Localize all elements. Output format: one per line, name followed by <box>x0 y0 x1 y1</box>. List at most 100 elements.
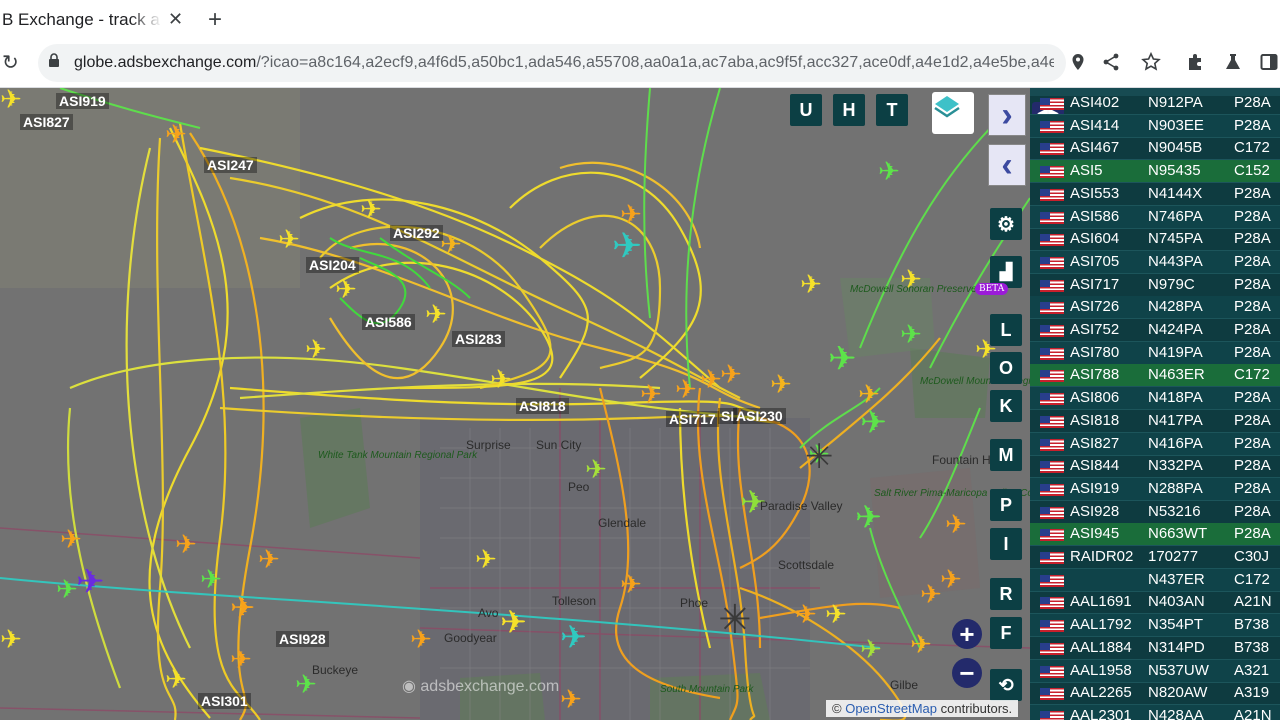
aircraft-row[interactable]: AAL2301 N428AA A21N <box>1030 704 1280 720</box>
toggle-i-button[interactable]: I <box>990 528 1022 560</box>
us-flag-icon <box>1040 688 1064 701</box>
aircraft-label[interactable]: ASI301 <box>198 693 251 709</box>
aircraft-row[interactable]: ASI780 N419PA P28A <box>1030 341 1280 365</box>
aircraft-row[interactable]: ASI919 N288PA P28A <box>1030 477 1280 501</box>
aircraft-row[interactable]: ASI604 N745PA P28A <box>1030 228 1280 252</box>
aircraft-row[interactable]: AAL2265 N820AW A319 <box>1030 682 1280 706</box>
share-icon[interactable] <box>1102 53 1120 71</box>
us-flag-icon <box>1040 461 1064 474</box>
svg-text:✈: ✈ <box>175 530 197 560</box>
close-tab-icon[interactable]: ✕ <box>168 9 183 30</box>
extensions-icon[interactable] <box>1186 53 1204 71</box>
registration-cell: N663WT <box>1148 525 1208 543</box>
svg-text:✈: ✈ <box>860 403 887 441</box>
toggle-m-button[interactable]: M <box>990 439 1022 471</box>
aircraft-row[interactable]: ASI726 N428PA P28A <box>1030 296 1280 320</box>
aircraft-row[interactable]: ASI5 N95435 C152 <box>1030 160 1280 184</box>
settings-button[interactable]: ⚙ <box>990 208 1022 240</box>
expand-panel-button[interactable]: › <box>988 94 1026 136</box>
aircraft-row[interactable]: ASI806 N418PA P28A <box>1030 387 1280 411</box>
callsign-cell: ASI752 <box>1070 321 1120 338</box>
aircraft-label[interactable]: ASI928 <box>276 631 329 647</box>
aircraft-row[interactable]: ASI717 N979C P28A <box>1030 274 1280 297</box>
side-panel-icon[interactable] <box>1260 53 1278 71</box>
aircraft-row[interactable]: RAIDR02 170277 C30J <box>1030 546 1280 569</box>
aircraft-row[interactable]: ASI414 N903EE P28A <box>1030 114 1280 138</box>
aircraft-row[interactable]: ASI467 N9045B C172 <box>1030 137 1280 161</box>
town-label: Buckeye <box>312 663 359 677</box>
reload-icon[interactable]: ↻ <box>2 50 19 75</box>
aircraft-row[interactable]: AAL1691 N403AN A21N <box>1030 591 1280 615</box>
aircraft-row[interactable]: ASI928 N53216 P28A <box>1030 501 1280 524</box>
aircraft-type-cell: P28A <box>1234 343 1271 361</box>
aircraft-row[interactable]: ASI586 N746PA P28A <box>1030 205 1280 229</box>
aircraft-row[interactable]: ASI788 N463ER C172 <box>1030 364 1280 388</box>
toggle-r-button[interactable]: R <box>990 578 1022 610</box>
svg-text:✈: ✈ <box>305 335 327 365</box>
aircraft-row[interactable]: ASI752 N424PA P28A <box>1030 319 1280 342</box>
us-flag-icon <box>1040 710 1064 720</box>
browser-tab[interactable]: B Exchange - track ai ✕ <box>0 0 195 40</box>
map-layers-button[interactable] <box>932 92 974 134</box>
aircraft-label[interactable]: ASI919 <box>56 93 109 109</box>
us-flag-icon <box>1040 211 1064 224</box>
aircraft-row[interactable]: ASI827 N416PA P28A <box>1030 432 1280 456</box>
svg-text:✈: ✈ <box>920 580 942 610</box>
map-canvas[interactable]: ✈ ✈ ✈ ✈ ✈ ✈ ✈ ✈ ✈ ✈ ✈ ✈ ✈ ✈ ✈ ✈ ✈ ✈ ✈ ✈ … <box>0 88 1030 720</box>
svg-text:✈: ✈ <box>620 570 642 600</box>
openstreetmap-link[interactable]: OpenStreetMap <box>845 701 937 716</box>
aircraft-row[interactable]: AAL1958 N537UW A321 <box>1030 659 1280 683</box>
new-tab-button[interactable]: + <box>208 6 222 34</box>
bookmark-star-icon[interactable] <box>1141 52 1161 72</box>
toggle-f-button[interactable]: F <box>990 617 1022 649</box>
attribution-prefix: © <box>832 701 842 716</box>
aircraft-type-cell: P28A <box>1234 502 1271 520</box>
aircraft-label[interactable]: ASI818 <box>516 398 569 414</box>
collapse-panel-button[interactable]: ‹ <box>988 144 1026 186</box>
town-label: Phoe <box>680 596 709 610</box>
us-flag-icon <box>1040 302 1064 315</box>
us-flag-icon <box>1040 597 1064 610</box>
aircraft-type-cell: C152 <box>1234 162 1270 180</box>
svg-text:✈: ✈ <box>900 320 922 350</box>
lock-icon <box>49 53 59 67</box>
aircraft-label[interactable]: ASI247 <box>204 157 257 173</box>
aircraft-row[interactable]: ASI818 N417PA P28A <box>1030 410 1280 433</box>
aircraft-row[interactable]: AAL1884 N314PD B738 <box>1030 637 1280 660</box>
toggle-h-button[interactable]: H <box>833 94 865 126</box>
zoom-in-button[interactable]: + <box>952 619 982 649</box>
flight-map[interactable]: ✈ ✈ ✈ ✈ ✈ ✈ ✈ ✈ ✈ ✈ ✈ ✈ ✈ ✈ ✈ ✈ ✈ ✈ ✈ ✈ … <box>0 88 1030 720</box>
aircraft-label[interactable]: ASI283 <box>452 331 505 347</box>
toggle-o-button[interactable]: O <box>990 352 1022 384</box>
aircraft-label[interactable]: ASI292 <box>390 225 443 241</box>
aircraft-label[interactable]: ASI717 <box>666 411 719 427</box>
toggle-u-button[interactable]: U <box>790 94 822 126</box>
aircraft-row[interactable]: AAL1792 N354PT B738 <box>1030 614 1280 638</box>
aircraft-row[interactable]: ASI705 N443PA P28A <box>1030 250 1280 274</box>
location-pin-icon[interactable] <box>1071 53 1085 71</box>
aircraft-type-cell: P28A <box>1234 321 1271 338</box>
labs-flask-icon[interactable] <box>1224 53 1242 71</box>
address-bar[interactable]: globe.adsbexchange.com/?icao=a8c164,a2ec… <box>38 44 1066 82</box>
aircraft-row[interactable]: N437ER C172 <box>1030 568 1280 592</box>
aircraft-type-cell: P28A <box>1234 275 1271 293</box>
toggle-k-button[interactable]: K <box>990 390 1022 422</box>
aircraft-row[interactable]: ASI945 N663WT P28A <box>1030 523 1280 547</box>
aircraft-row[interactable]: ASI844 N332PA P28A <box>1030 455 1280 479</box>
registration-cell: N903EE <box>1148 116 1204 134</box>
aircraft-row[interactable]: ASI402 N912PA P28A <box>1030 92 1280 115</box>
callsign-cell: AAL2265 <box>1070 684 1132 702</box>
aircraft-label[interactable]: ASI586 <box>362 314 415 330</box>
aircraft-label[interactable]: ASI827 <box>20 114 73 130</box>
svg-text:✈: ✈ <box>258 545 280 575</box>
zoom-out-button[interactable]: − <box>952 658 982 688</box>
aircraft-row[interactable]: ASI553 N4144X P28A <box>1030 183 1280 206</box>
us-flag-icon <box>1040 234 1064 247</box>
beta-badge: BETA <box>975 283 1009 295</box>
replay-button[interactable]: ⟲ <box>990 669 1022 701</box>
aircraft-label[interactable]: ASI230 <box>733 408 786 424</box>
aircraft-label[interactable]: ASI204 <box>306 257 359 273</box>
toggle-l-button[interactable]: L <box>990 314 1022 346</box>
toggle-t-button[interactable]: T <box>876 94 908 126</box>
toggle-p-button[interactable]: P <box>990 489 1022 521</box>
